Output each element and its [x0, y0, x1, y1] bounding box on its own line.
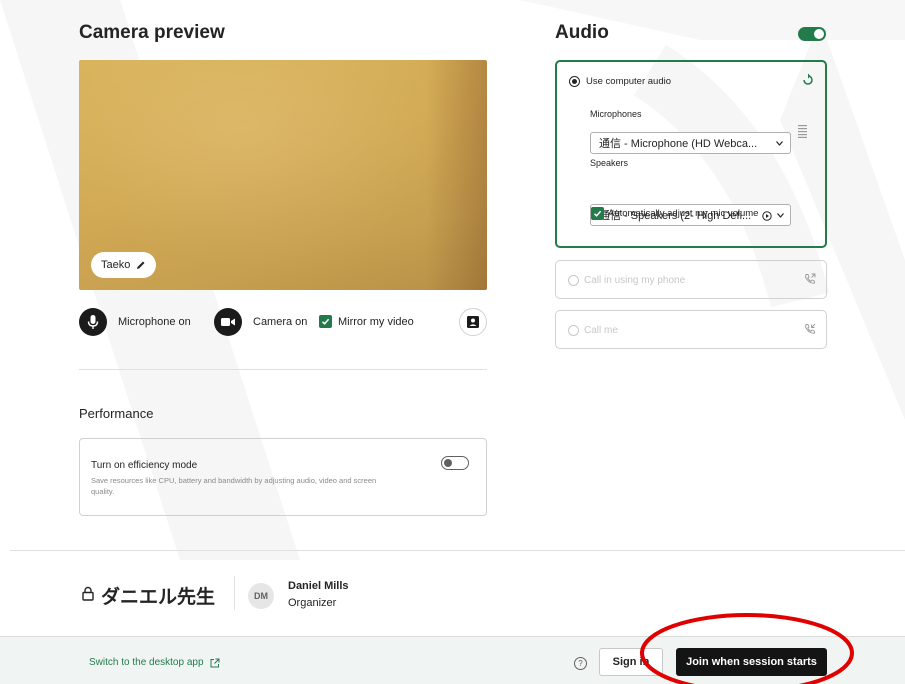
- call-in-label: Call in using my phone: [584, 275, 686, 286]
- call-me-radio[interactable]: [568, 325, 579, 336]
- audio-title: Audio: [555, 22, 609, 43]
- call-in-phone-option[interactable]: Call in using my phone: [555, 260, 827, 299]
- lock-icon: [82, 586, 94, 601]
- switch-desktop-app-label: Switch to the desktop app: [89, 657, 204, 668]
- microphone-select-value: 通信 - Microphone (HD Webca...: [599, 138, 758, 150]
- computer-audio-card[interactable]: Use computer audio Microphones 通信 - Micr…: [555, 60, 827, 248]
- auto-adjust-mic-checkbox[interactable]: [591, 207, 604, 220]
- chevron-down-icon: [777, 213, 784, 218]
- camera-toggle-button[interactable]: [214, 308, 242, 336]
- call-me-label: Call me: [584, 325, 618, 336]
- speakers-label: Speakers: [590, 158, 629, 168]
- microphone-select[interactable]: 通信 - Microphone (HD Webca...: [590, 132, 791, 154]
- call-in-radio[interactable]: [568, 275, 579, 286]
- pencil-icon: [137, 261, 145, 269]
- efficiency-mode-title: Turn on efficiency mode: [91, 460, 198, 471]
- external-link-icon: [210, 658, 220, 667]
- auto-adjust-mic-label: Automatically adjust my mic volume: [608, 208, 759, 219]
- computer-audio-radio[interactable]: [569, 76, 580, 87]
- microphone-status-label: Microphone on: [118, 316, 191, 328]
- organizer-separator: [234, 576, 235, 610]
- phone-outgoing-icon: [805, 273, 816, 284]
- checkmark-icon: [593, 210, 602, 217]
- level-bars-icon: [798, 125, 807, 138]
- person-frame-icon: [467, 316, 479, 328]
- participant-name: Taeko: [101, 259, 131, 271]
- organizer-name: Daniel Mills: [288, 580, 349, 592]
- microphone-icon: [87, 315, 99, 329]
- efficiency-mode-card: Turn on efficiency mode Save resources l…: [79, 438, 487, 516]
- computer-audio-label: Use computer audio: [586, 76, 672, 87]
- play-circle-icon[interactable]: [762, 211, 772, 221]
- efficiency-mode-description: Save resources like CPU, battery and ban…: [91, 476, 377, 496]
- meeting-info-divider: [10, 550, 905, 551]
- organizer-role: Organizer: [288, 597, 337, 609]
- microphone-toggle-button[interactable]: [79, 308, 107, 336]
- video-camera-icon: [221, 318, 235, 326]
- section-divider: [79, 369, 487, 370]
- audio-toggle[interactable]: [798, 27, 826, 41]
- call-me-option[interactable]: Call me: [555, 310, 827, 349]
- meeting-title: ダニエル先生: [101, 587, 216, 608]
- efficiency-mode-toggle[interactable]: [441, 456, 469, 470]
- mirror-video-label: Mirror my video: [338, 316, 414, 328]
- performance-title: Performance: [79, 406, 154, 421]
- organizer-avatar: DM: [248, 583, 274, 609]
- camera-status-label: Camera on: [253, 316, 308, 328]
- phone-incoming-icon: [805, 323, 816, 334]
- chevron-down-icon: [776, 141, 783, 146]
- annotation-highlight-ellipse: [640, 613, 854, 684]
- help-icon[interactable]: ?: [574, 657, 587, 670]
- participant-name-tag[interactable]: Taeko: [91, 252, 157, 278]
- background-effects-button[interactable]: [459, 308, 487, 336]
- switch-desktop-app-link[interactable]: Switch to the desktop app: [89, 657, 220, 668]
- mirror-video-checkbox[interactable]: [319, 315, 332, 328]
- camera-preview-title: Camera preview: [79, 22, 225, 43]
- checkmark-icon: [321, 318, 330, 325]
- refresh-icon[interactable]: [802, 73, 814, 86]
- camera-preview-video: Taeko: [79, 60, 487, 290]
- microphones-label: Microphones: [590, 109, 642, 119]
